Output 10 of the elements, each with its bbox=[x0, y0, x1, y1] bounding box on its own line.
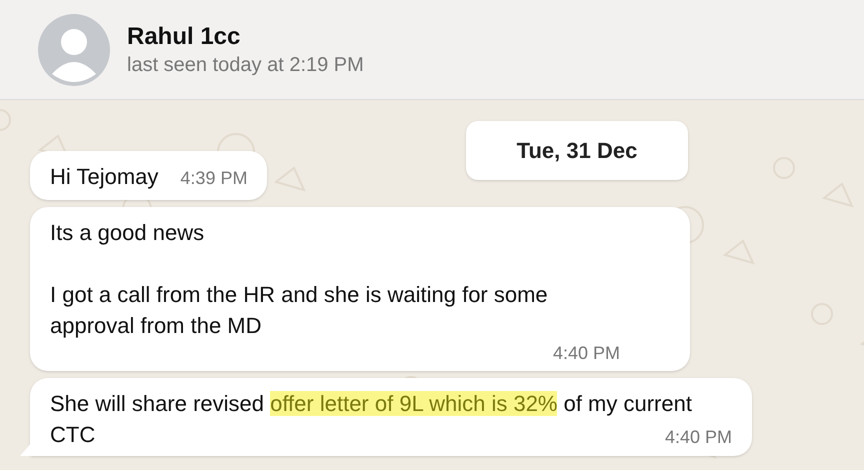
contact-name: Rahul 1cc bbox=[127, 22, 242, 52]
avatar-icon[interactable] bbox=[38, 14, 110, 86]
message-text: Its a good news bbox=[50, 219, 206, 247]
message-time: 4:39 PM bbox=[180, 168, 248, 188]
last-seen-status: last seen today at 2:19 PM bbox=[127, 52, 364, 78]
message-text: Hi Tejomay 4:39 PM bbox=[50, 163, 248, 191]
message-text: I got a call from the HR and she is waiting for some approval from the MD bbox=[50, 281, 549, 340]
message-text: She will share revised offer letter of 9L which is 32% of my current CTC 4:40 PM bbox=[50, 390, 732, 450]
message-time: 4:40 PM bbox=[664, 426, 732, 449]
message-time: 4:40 PM bbox=[552, 342, 620, 365]
